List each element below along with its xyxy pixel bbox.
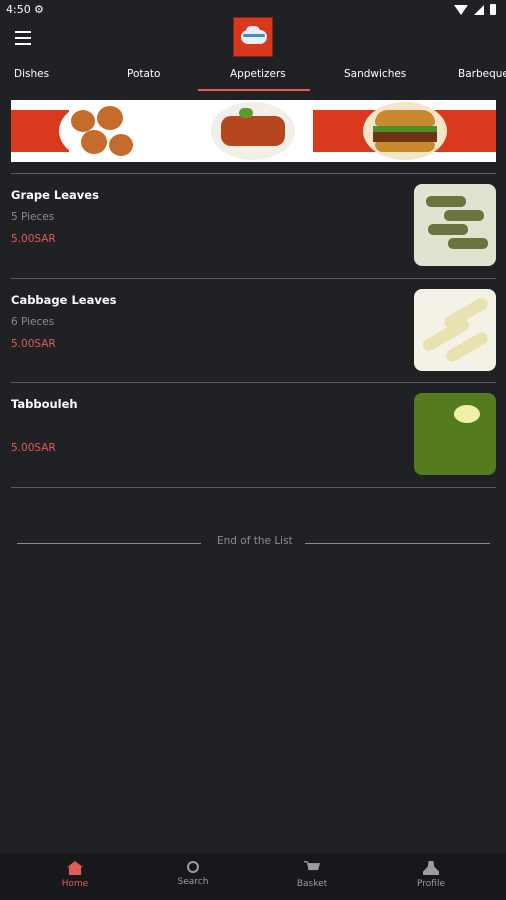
item-price: 5.00SAR: [11, 233, 56, 245]
item-name: Grape Leaves: [11, 188, 99, 202]
active-tab-indicator: [198, 89, 310, 91]
category-tabs: Dishes Potato Appetizers Sandwiches Barb…: [0, 60, 506, 92]
end-line: [17, 543, 201, 544]
burger-patty: [373, 132, 437, 142]
logo-script: [243, 34, 265, 37]
settings-status-icon: ⚙: [34, 3, 44, 16]
falafel-ball: [97, 106, 123, 130]
nav-search-label: Search: [177, 877, 209, 887]
falafel-ball: [109, 134, 133, 156]
profile-icon: [423, 861, 439, 875]
tab-appetizers[interactable]: Appetizers: [230, 68, 286, 80]
nav-basket[interactable]: Basket: [282, 861, 342, 889]
kebab-skewers: [221, 116, 285, 146]
tab-dishes[interactable]: Dishes: [14, 68, 49, 80]
burger-bun: [375, 110, 435, 126]
grape-leaf-roll: [426, 196, 466, 207]
menu-item-grape-leaves[interactable]: Grape Leaves 5 Pieces 5.00SAR: [11, 174, 496, 272]
tab-sandwiches[interactable]: Sandwiches: [344, 68, 406, 80]
search-icon: [187, 861, 199, 873]
tab-potato[interactable]: Potato: [127, 68, 160, 80]
nav-profile-label: Profile: [417, 879, 445, 889]
divider: [11, 487, 496, 488]
grape-leaf-roll: [448, 238, 488, 249]
nav-basket-label: Basket: [296, 879, 328, 889]
home-icon: [67, 861, 83, 875]
falafel-ball: [71, 110, 95, 132]
lemon-slice: [454, 405, 480, 423]
menu-icon-bar: [15, 43, 31, 45]
promo-banner[interactable]: [11, 100, 496, 162]
kebab-garnish: [239, 108, 253, 118]
banner-burger-image: [363, 102, 447, 160]
item-image: [414, 393, 496, 475]
burger-bun: [375, 142, 435, 152]
menu-icon-bar: [15, 31, 31, 33]
app-logo: [233, 17, 273, 57]
nav-search[interactable]: Search: [163, 861, 223, 887]
item-image: [414, 184, 496, 266]
end-of-list: End of the List: [17, 535, 490, 551]
banner-kebab-image: [211, 102, 295, 160]
falafel-ball: [81, 130, 107, 154]
status-icons: [454, 4, 496, 15]
end-of-list-text: End of the List: [217, 535, 293, 547]
item-description: 5 Pieces: [11, 211, 55, 223]
menu-item-tabbouleh[interactable]: Tabbouleh 5.00SAR: [11, 383, 496, 481]
menu-icon[interactable]: [15, 31, 31, 45]
status-time: 4:50: [6, 3, 31, 16]
nav-home-label: Home: [61, 879, 89, 889]
menu-item-cabbage-leaves[interactable]: Cabbage Leaves 6 Pieces 5.00SAR: [11, 279, 496, 377]
grape-leaf-roll: [444, 210, 484, 221]
battery-icon: [490, 4, 496, 15]
grape-leaf-roll: [428, 224, 468, 235]
banner-falafel-image: [59, 102, 139, 160]
nav-home[interactable]: Home: [45, 861, 105, 889]
item-name: Cabbage Leaves: [11, 293, 117, 307]
item-price: 5.00SAR: [11, 338, 56, 350]
bottom-nav: Home Search Basket Profile: [0, 853, 506, 900]
item-price: 5.00SAR: [11, 442, 56, 454]
signal-icon: [474, 4, 484, 15]
item-image: [414, 289, 496, 371]
end-line: [305, 543, 490, 544]
item-description: 6 Pieces: [11, 316, 55, 328]
tab-barbeque[interactable]: Barbeque: [458, 68, 506, 80]
wifi-icon: [454, 4, 468, 15]
cart-icon: [304, 861, 320, 871]
menu-icon-bar: [15, 37, 31, 39]
item-name: Tabbouleh: [11, 397, 78, 411]
nav-profile[interactable]: Profile: [401, 861, 461, 889]
